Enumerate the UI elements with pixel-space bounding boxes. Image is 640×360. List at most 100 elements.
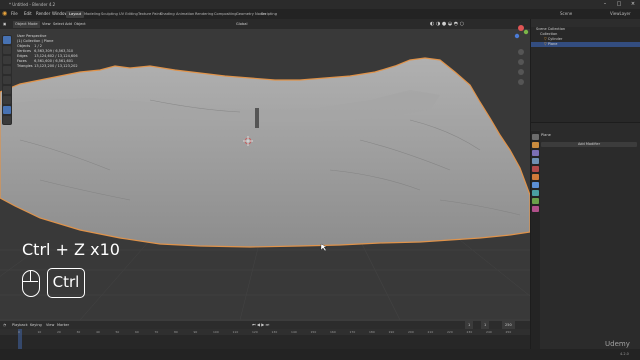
object-tab-icon[interactable] <box>532 174 539 180</box>
menu-select[interactable]: Select <box>53 19 64 29</box>
frame-tick-label: 150 <box>310 330 317 334</box>
select-box-tool-icon[interactable] <box>3 36 11 44</box>
current-frame-field[interactable]: 1 <box>465 321 474 329</box>
menu-keying[interactable]: Keying <box>30 321 42 329</box>
frame-tick-label: 200 <box>408 330 414 334</box>
frame-tick-label: 110 <box>232 330 239 334</box>
menu-edit[interactable]: Edit <box>24 9 32 19</box>
close-icon[interactable]: × <box>626 0 640 9</box>
top-menubar: ◉ File Edit Render Window Help Layout Mo… <box>0 9 640 19</box>
view-layer-selector[interactable]: ViewLayer <box>610 9 631 19</box>
playback-controls[interactable]: ⏮ ◀ ▶ ⏭ <box>252 321 269 329</box>
maximize-icon[interactable]: □ <box>612 0 626 9</box>
add-modifier-button[interactable]: Add Modifier <box>541 142 637 147</box>
udemy-watermark: Udemy <box>605 340 630 348</box>
render-tab-icon[interactable] <box>532 142 539 148</box>
window-titlebar: * Untitled - Blender 4.2 – □ × <box>0 0 640 9</box>
cylinder-object <box>255 108 259 128</box>
frame-tick-label: 220 <box>447 330 453 334</box>
frame-tick-label: 130 <box>271 330 278 334</box>
editor-type-icon[interactable]: ▣ <box>3 19 6 29</box>
material-tab-icon[interactable] <box>532 206 539 212</box>
x-axis-icon <box>518 25 524 31</box>
menu-add[interactable]: Add <box>65 19 72 29</box>
add-cube-tool-icon[interactable] <box>3 116 11 124</box>
frame-tick-label: 180 <box>369 330 375 334</box>
move-tool-icon[interactable] <box>3 56 11 64</box>
frame-tick-label: 250 <box>505 330 512 334</box>
transform-tool-icon[interactable] <box>3 86 11 94</box>
frame-tick-label: 10 <box>37 330 42 334</box>
tool-shelf <box>2 35 12 125</box>
window-title: * Untitled - Blender 4.2 <box>9 2 56 7</box>
frame-tick-label: 120 <box>252 330 258 334</box>
menu-file[interactable]: File <box>11 9 18 19</box>
menu-playback[interactable]: Playback <box>12 321 28 329</box>
ortho-toggle-icon <box>518 79 524 85</box>
shortcut-caption: Ctrl + Z x10 <box>22 240 120 259</box>
frame-tick-label: 60 <box>135 330 139 334</box>
frame-tick-label: 90 <box>193 330 198 334</box>
timeline-editor-icon[interactable]: ◔ <box>3 321 6 329</box>
frame-tick-label: 170 <box>349 330 356 334</box>
frame-tick-label: 50 <box>115 330 120 334</box>
y-axis-icon <box>523 29 529 35</box>
terrain-mesh <box>0 57 530 248</box>
modifier-tab-icon[interactable] <box>532 182 539 188</box>
transform-orientation[interactable]: Global <box>236 19 247 29</box>
mouse-icon <box>22 270 40 297</box>
frame-tick-label: 20 <box>57 330 61 334</box>
zoom-icon <box>518 49 524 55</box>
frame-tick-label: 230 <box>466 330 473 334</box>
key-ctrl-badge: Ctrl <box>47 268 85 298</box>
scene-tab-icon[interactable] <box>532 166 539 172</box>
properties-object-name: Plane <box>541 133 551 137</box>
menu-view[interactable]: View <box>42 19 51 29</box>
navigation-gizmo <box>512 22 530 122</box>
viewport-overlay-icons[interactable]: ◐ ◑ ● ◒ ◓ ○ <box>430 19 464 29</box>
tool-tab-icon[interactable] <box>532 134 539 140</box>
minimize-icon[interactable]: – <box>598 0 612 9</box>
end-frame-field[interactable]: 250 <box>502 321 515 329</box>
output-tab-icon[interactable] <box>532 150 539 156</box>
menu-timeline-view[interactable]: View <box>46 321 54 329</box>
data-tab-icon[interactable] <box>532 198 539 204</box>
frame-tick-label: 160 <box>330 330 336 334</box>
outliner-row-plane[interactable]: ▽ Plane <box>531 42 640 47</box>
frame-tick-label: 80 <box>174 330 178 334</box>
scene-selector[interactable]: Scene <box>560 9 572 19</box>
camera-view-icon <box>518 69 524 75</box>
annotate-tool-icon[interactable] <box>3 96 11 104</box>
frame-tick-label: 190 <box>388 330 395 334</box>
blender-logo-icon[interactable]: ◉ <box>2 9 7 19</box>
tab-scripting[interactable]: Scripting <box>258 11 280 18</box>
frame-tick-label: 240 <box>486 330 492 334</box>
version-label: 4.2.0 <box>620 352 629 356</box>
status-bar: 4.2.0 <box>0 349 640 360</box>
rotate-tool-icon[interactable] <box>3 66 11 74</box>
menu-object[interactable]: Object <box>74 19 86 29</box>
frame-tick-label: 0 <box>18 330 20 334</box>
viewport-header: ▣ Object Mode View Select Add Object Glo… <box>0 19 530 29</box>
outliner-header <box>531 19 640 27</box>
start-frame-field[interactable]: 1 <box>481 321 490 329</box>
timeline-header: ◔ Playback Keying View Marker ⏮ ◀ ▶ ⏭ 1 … <box>0 321 530 329</box>
mode-dropdown[interactable]: Object Mode <box>13 20 40 28</box>
frame-tick-label: 100 <box>213 330 219 334</box>
measure-tool-icon[interactable] <box>3 106 11 114</box>
frame-tick-label: 30 <box>76 330 81 334</box>
scale-tool-icon[interactable] <box>3 76 11 84</box>
z-axis-icon <box>514 33 520 39</box>
frame-tick-label: 40 <box>96 330 100 334</box>
frame-tick-label: 140 <box>291 330 297 334</box>
pan-icon <box>518 59 524 65</box>
menu-render[interactable]: Render <box>36 9 50 19</box>
cursor-tool-icon[interactable] <box>3 46 11 54</box>
stat-triangles: Triangles 13,123,200 / 13,123,202 <box>17 64 78 68</box>
view-layer-tab-icon[interactable] <box>532 158 539 164</box>
physics-tab-icon[interactable] <box>532 190 539 196</box>
menu-marker[interactable]: Marker <box>57 321 69 329</box>
viewport-statistics: User Perspective (1) Collection | Plane … <box>17 34 78 69</box>
properties-panel: Plane Add Modifier <box>531 123 640 349</box>
frame-ticks: 0 10 20 30 40 50 60 70 80 90 100 110 120 130 140 150 160… <box>0 329 530 335</box>
